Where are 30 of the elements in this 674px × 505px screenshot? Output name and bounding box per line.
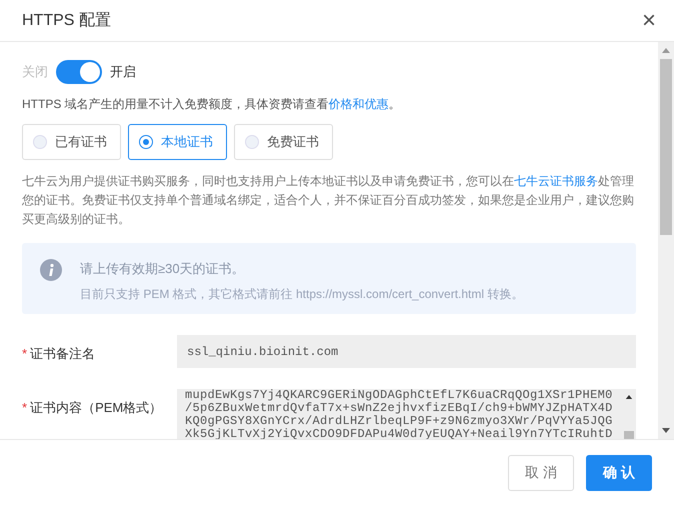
required-mark: * bbox=[22, 399, 28, 417]
toggle-switch[interactable] bbox=[56, 60, 102, 84]
notice-text: HTTPS 域名产生的用量不计入免费额度，具体资费请查看价格和优惠。 bbox=[22, 96, 402, 113]
close-button[interactable]: × bbox=[642, 8, 656, 32]
input-field[interactable]: ssl_qiniu.bioinit.com bbox=[177, 335, 636, 368]
info-detail: 目前只支持 PEM 格式，其它格式请前往 https://myssl.com/cert_convert.html 转换。 bbox=[80, 286, 524, 302]
certificate-type-option[interactable]: 本地证书 bbox=[128, 124, 227, 160]
off-label: 关闭 bbox=[22, 63, 48, 82]
info-icon bbox=[40, 259, 62, 281]
certificate-type-option[interactable]: 免费证书 bbox=[234, 124, 333, 160]
certificate-line: /5p6ZBuxWetmrdQvfaT7x+sWnZ2ejhvxfizEBqI/ch9+bWMYJZpHATX4D bbox=[185, 402, 614, 415]
scrollbar-thumb[interactable] bbox=[660, 59, 672, 235]
dialog-title: HTTPS 配置 bbox=[22, 10, 111, 30]
on-label: 开启 bbox=[110, 63, 136, 82]
scroll-up-icon[interactable] bbox=[625, 395, 633, 399]
field-label: 证书内容（PEM格式） bbox=[30, 399, 162, 417]
certificate-textarea[interactable] bbox=[177, 389, 636, 439]
cancel-button[interactable]: 取 消 bbox=[508, 454, 574, 490]
scroll-down-icon[interactable] bbox=[662, 428, 670, 433]
description-text: 七牛云为用户提供证书购买服务，同时也支持用户上传本地证书以及申请免费证书，您可以在七牛云证书服务处管理您的证书。免费证书仅支持单个普通域名绑定，适合个人，并不保证百分百成功签发，如果您是企业用户，建议您购买更高级别的证书。 bbox=[22, 173, 635, 228]
info-title: 请上传有效期≥30天的证书。 bbox=[80, 260, 246, 278]
field-label: 证书备注名 bbox=[30, 345, 96, 363]
pricing-link[interactable]: 价格和优惠 bbox=[328, 97, 389, 111]
page-scrollbar[interactable] bbox=[658, 42, 674, 439]
certificate-line: KQ0gPGSY8XGnYCrx/AdrdLHZrlbeqLP9F+z9N6zmyo3XWr/PqVYYa5JQG bbox=[185, 415, 614, 428]
confirm-button[interactable]: 确 认 bbox=[586, 454, 652, 490]
certificate-type-option[interactable]: 已有证书 bbox=[22, 124, 121, 160]
certificate-line: mupdEwKgs7Yj4QKARC9GERiNgODAGphCtEfL7K6uaCRqQOg1XSr1PHEM0 bbox=[185, 389, 614, 402]
required-mark: * bbox=[22, 345, 28, 363]
certificate-service-link[interactable]: 七牛云证书服务 bbox=[514, 174, 598, 188]
